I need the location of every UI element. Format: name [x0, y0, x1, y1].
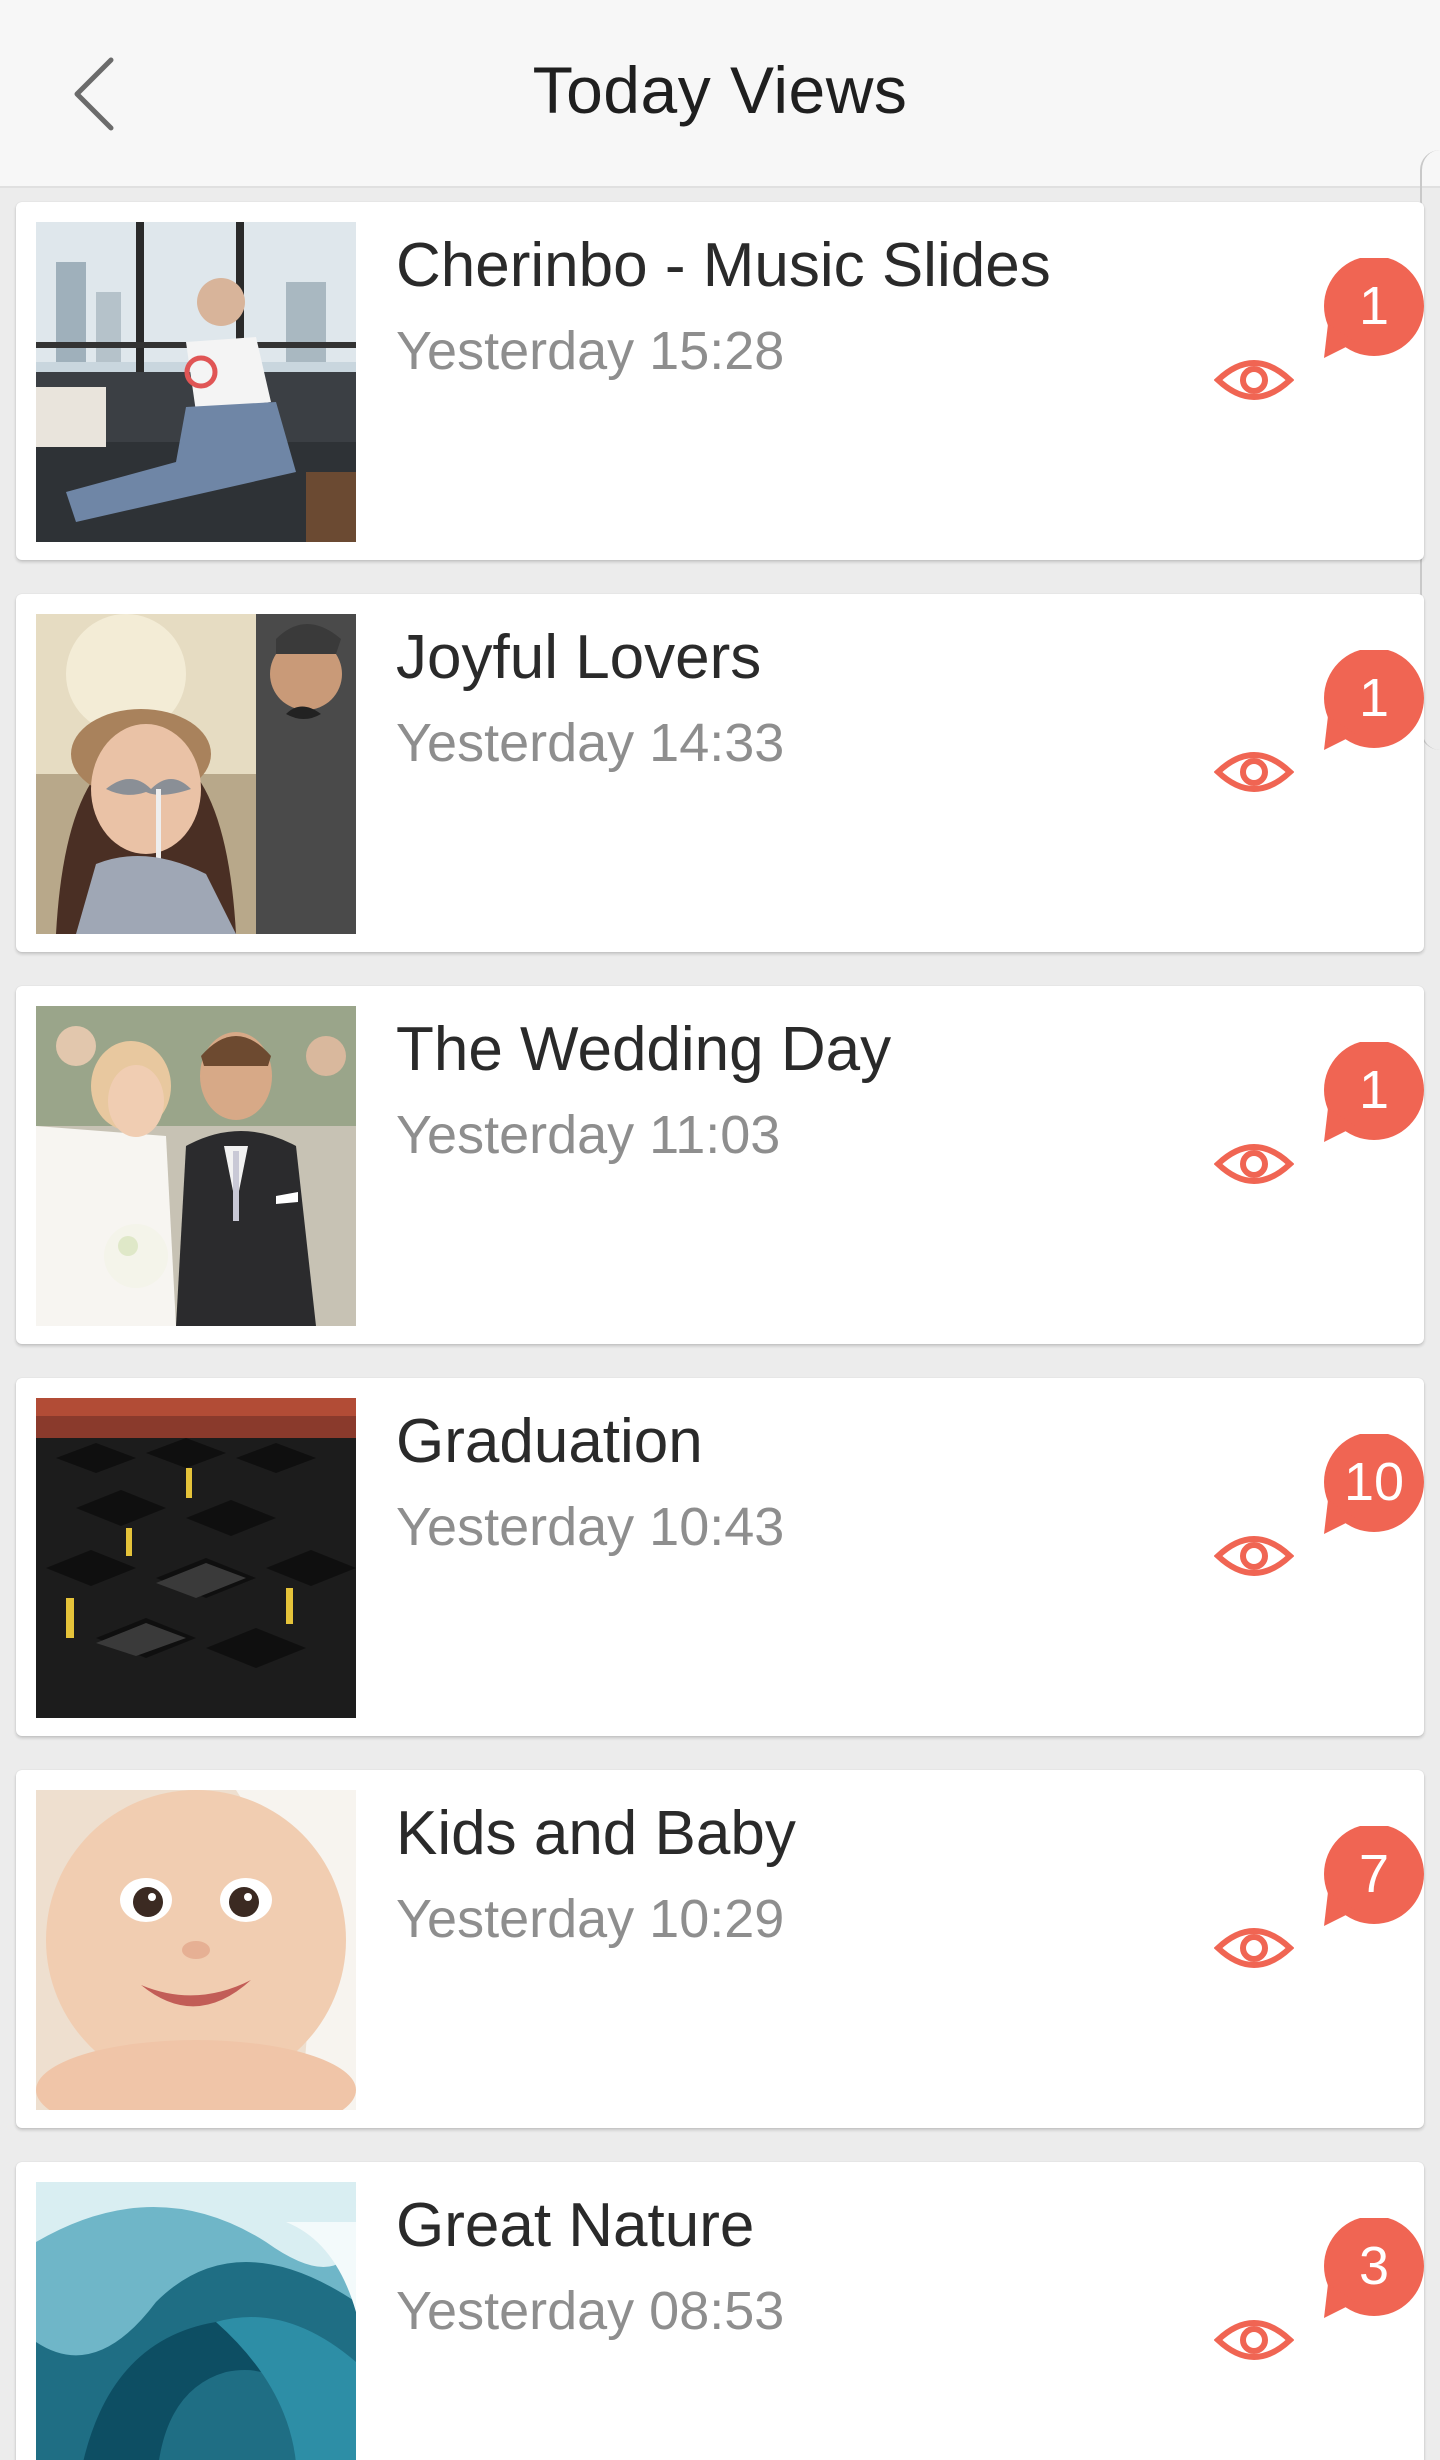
eye-icon [1214, 746, 1294, 798]
item-timestamp: Yesterday 11:03 [396, 1105, 781, 1165]
eye-icon [1214, 354, 1294, 406]
eye-icon [1214, 1922, 1294, 1974]
item-timestamp: Yesterday 14:33 [396, 713, 785, 773]
list-item[interactable]: Kids and Baby Yesterday 10:29 7 [16, 1770, 1424, 2128]
list-item[interactable]: Cherinbo - Music Slides Yesterday 15:28 … [16, 202, 1424, 560]
view-count: 1 [1358, 1060, 1390, 1120]
item-timestamp: Yesterday 08:53 [396, 2281, 785, 2341]
thumbnail-image [36, 2182, 356, 2460]
view-count: 1 [1358, 276, 1390, 336]
item-title: Kids and Baby [396, 1799, 796, 1868]
eye-icon [1214, 2314, 1294, 2366]
view-count-badge: 7 [1298, 1826, 1428, 1934]
view-count-badge: 10 [1298, 1434, 1428, 1542]
thumbnail-image [36, 222, 356, 542]
thumbnail-image [36, 1006, 356, 1326]
thumbnail-image [36, 614, 356, 934]
eye-icon [1214, 1138, 1294, 1190]
page-title: Today Views [532, 53, 908, 127]
thumbnail-image [36, 1398, 356, 1718]
item-timestamp: Yesterday 10:29 [396, 1889, 785, 1949]
view-count: 10 [1343, 1452, 1405, 1512]
view-count-badge: 1 [1298, 650, 1428, 758]
list-item[interactable]: Great Nature Yesterday 08:53 3 [16, 2162, 1424, 2460]
item-timestamp: Yesterday 10:43 [396, 1497, 785, 1557]
header-bar: Today Views [0, 0, 1440, 188]
view-count: 1 [1358, 668, 1390, 728]
item-title: Joyful Lovers [396, 623, 762, 692]
view-count-badge: 1 [1298, 258, 1428, 366]
list-item[interactable]: Joyful Lovers Yesterday 14:33 1 [16, 594, 1424, 952]
eye-icon [1214, 1530, 1294, 1582]
item-title: Graduation [396, 1407, 703, 1476]
view-count: 3 [1358, 2236, 1390, 2296]
app-screen: Today Views Cherinbo - Music Slides Yest… [0, 0, 1440, 2460]
view-count-badge: 1 [1298, 1042, 1428, 1150]
item-title: The Wedding Day [396, 1015, 892, 1084]
item-title: Great Nature [396, 2191, 755, 2260]
view-count: 7 [1358, 1844, 1390, 1904]
view-count-badge: 3 [1298, 2218, 1428, 2326]
item-timestamp: Yesterday 15:28 [396, 321, 785, 381]
thumbnail-image [36, 1790, 356, 2110]
list-item[interactable]: Graduation Yesterday 10:43 10 [16, 1378, 1424, 1736]
item-title: Cherinbo - Music Slides [396, 231, 1051, 300]
list-item[interactable]: The Wedding Day Yesterday 11:03 1 [16, 986, 1424, 1344]
